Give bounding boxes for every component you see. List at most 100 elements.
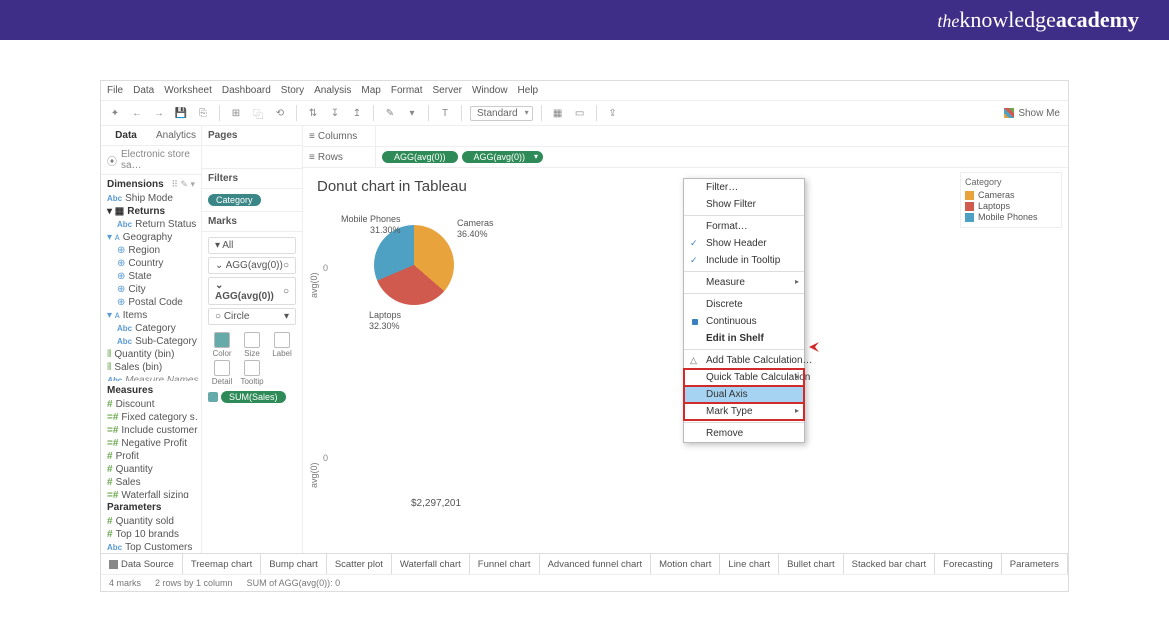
legend-laptops[interactable]: Laptops (965, 201, 1057, 211)
marks-tooltip-button[interactable]: Tooltip (238, 360, 266, 386)
marks-agg2-active[interactable]: ⌄ AGG(avg(0))○ (208, 277, 296, 305)
menu-window[interactable]: Window (472, 85, 508, 96)
tab-bullet[interactable]: Bullet chart (779, 554, 844, 574)
sort-desc-icon[interactable]: ↥ (349, 105, 365, 121)
field-state[interactable]: ⊕State (103, 270, 199, 283)
field-sales-bin[interactable]: ⦀Sales (bin) (103, 361, 199, 374)
marks-pill-sumsales[interactable]: SUM(Sales) (221, 391, 286, 403)
field-profit[interactable]: #Profit (103, 450, 199, 463)
filters-shelf[interactable]: Filters (202, 169, 302, 189)
duplicate-icon[interactable]: ⿻ (250, 105, 266, 121)
tab-treemap[interactable]: Treemap chart (183, 554, 261, 574)
menu-story[interactable]: Story (281, 85, 304, 96)
field-negative-profit[interactable]: =#Negative Profit (103, 437, 199, 450)
field-fixed-category[interactable]: =#Fixed category s… (103, 411, 199, 424)
sort-asc-icon[interactable]: ↧ (327, 105, 343, 121)
present-icon[interactable]: ▭ (572, 105, 588, 121)
ctx-measure[interactable]: Measure (684, 274, 804, 291)
marks-size-button[interactable]: Size (238, 332, 266, 358)
tab-data[interactable]: Data (101, 126, 151, 145)
param-top10[interactable]: #Top 10 brands (103, 528, 199, 541)
row-pill-2-active[interactable]: AGG(avg(0)) (462, 151, 544, 163)
field-postal[interactable]: ⊕Postal Code (103, 296, 199, 309)
tab-data-source[interactable]: Data Source (101, 554, 183, 574)
param-quantity-sold[interactable]: #Quantity sold (103, 515, 199, 528)
rows-shelf[interactable]: ≡Rows AGG(avg(0)) AGG(avg(0)) (303, 147, 1068, 168)
marks-label-button[interactable]: Label (268, 332, 296, 358)
ctx-dual-axis[interactable]: Dual Axis (684, 386, 804, 403)
tab-waterfall[interactable]: Waterfall chart (392, 554, 470, 574)
group-icon[interactable]: ▾ (404, 105, 420, 121)
swap-icon[interactable]: ⇅ (305, 105, 321, 121)
field-quantity[interactable]: #Quantity (103, 463, 199, 476)
field-region[interactable]: ⊕Region (103, 244, 199, 257)
show-me-button[interactable]: Show Me (1004, 108, 1060, 119)
highlight-icon[interactable]: ✎ (382, 105, 398, 121)
new-sheet-icon[interactable]: ⊞ (228, 105, 244, 121)
ctx-remove[interactable]: Remove (684, 425, 804, 442)
ctx-discrete[interactable]: Discrete (684, 296, 804, 313)
row-pill-1[interactable]: AGG(avg(0)) (382, 151, 458, 163)
hier-geography[interactable]: ▾ ᴀGeography (103, 231, 199, 244)
pages-shelf[interactable]: Pages (202, 126, 302, 146)
share-icon[interactable]: ⇪ (605, 105, 621, 121)
ctx-include-tooltip[interactable]: Include in Tooltip (684, 252, 804, 269)
field-waterfall[interactable]: =#Waterfall sizing (103, 489, 199, 499)
menu-file[interactable]: File (107, 85, 123, 96)
forward-icon[interactable]: → (151, 105, 167, 121)
new-data-icon[interactable]: ⎘ (195, 105, 211, 121)
field-ship-mode[interactable]: AbcShip Mode (103, 192, 199, 205)
table-returns[interactable]: ▾ ▦Returns (103, 205, 199, 218)
filter-pill-category[interactable]: Category (208, 194, 261, 206)
columns-shelf[interactable]: ≡Columns (303, 126, 1068, 147)
field-category[interactable]: AbcCategory (103, 322, 199, 335)
legend-mobile[interactable]: Mobile Phones (965, 212, 1057, 222)
field-include-customer[interactable]: =#Include customer… (103, 424, 199, 437)
ctx-format[interactable]: Format… (684, 218, 804, 235)
ctx-continuous[interactable]: Continuous (684, 313, 804, 330)
menu-server[interactable]: Server (433, 85, 462, 96)
ctx-edit-shelf[interactable]: Edit in Shelf (684, 330, 804, 347)
tab-stacked[interactable]: Stacked bar chart (844, 554, 935, 574)
legend-cameras[interactable]: Cameras (965, 190, 1057, 200)
field-city[interactable]: ⊕City (103, 283, 199, 296)
field-return-status[interactable]: AbcReturn Status (103, 218, 199, 231)
dim-tools-icon[interactable]: ⠿ ✎ ▾ (171, 179, 195, 190)
marks-type-selector[interactable]: ○ Circle▾ (208, 308, 296, 325)
show-cards-icon[interactable]: ▦ (550, 105, 566, 121)
fit-selector[interactable]: Standard (470, 106, 533, 121)
tab-funnel[interactable]: Funnel chart (470, 554, 540, 574)
field-country[interactable]: ⊕Country (103, 257, 199, 270)
menu-format[interactable]: Format (391, 85, 423, 96)
tab-forecast[interactable]: Forecasting (935, 554, 1002, 574)
field-subcategory[interactable]: AbcSub-Category (103, 335, 199, 348)
menu-help[interactable]: Help (518, 85, 539, 96)
tab-motion[interactable]: Motion chart (651, 554, 720, 574)
tab-scatter[interactable]: Scatter plot (327, 554, 392, 574)
field-discount[interactable]: #Discount (103, 398, 199, 411)
ctx-show-header[interactable]: Show Header (684, 235, 804, 252)
menu-dashboard[interactable]: Dashboard (222, 85, 271, 96)
field-sales[interactable]: #Sales (103, 476, 199, 489)
hier-items[interactable]: ▾ ᴀItems (103, 309, 199, 322)
marks-color-button[interactable]: Color (208, 332, 236, 358)
marks-detail-button[interactable]: Detail (208, 360, 236, 386)
menu-analysis[interactable]: Analysis (314, 85, 351, 96)
marks-all[interactable]: ▾ All (208, 237, 296, 254)
field-quantity-bin[interactable]: ⦀Quantity (bin) (103, 348, 199, 361)
save-icon[interactable]: 💾 (173, 105, 189, 121)
ctx-mark-type[interactable]: Mark Type (684, 403, 804, 420)
tab-analytics[interactable]: Analytics (151, 126, 201, 145)
field-measure-names[interactable]: AbcMeasure Names (103, 374, 199, 381)
labels-icon[interactable]: T (437, 105, 453, 121)
datasource-item[interactable]: ⦿Electronic store sa… (101, 146, 201, 175)
menu-worksheet[interactable]: Worksheet (164, 85, 212, 96)
tab-parameters[interactable]: Parameters (1002, 554, 1068, 574)
tab-bump[interactable]: Bump chart (261, 554, 327, 574)
ctx-filter[interactable]: Filter… (684, 179, 804, 196)
ctx-add-calc[interactable]: Add Table Calculation… (684, 352, 804, 369)
ctx-show-filter[interactable]: Show Filter (684, 196, 804, 213)
pie-chart[interactable]: Mobile Phones31.30% Cameras36.40% Laptop… (349, 210, 479, 340)
back-icon[interactable]: ← (129, 105, 145, 121)
clear-icon[interactable]: ⟲ (272, 105, 288, 121)
